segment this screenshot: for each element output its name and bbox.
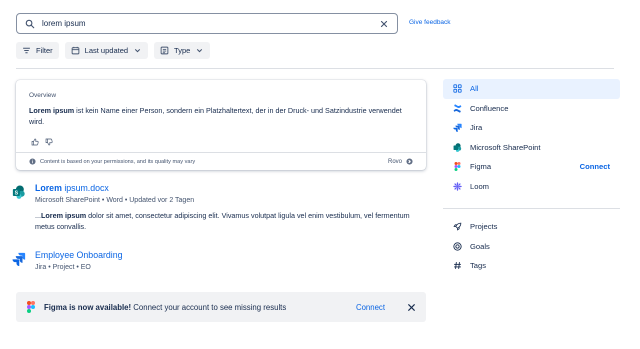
jira-icon bbox=[12, 252, 26, 266]
search-box[interactable] bbox=[16, 13, 398, 34]
rovo-icon bbox=[406, 158, 413, 165]
overview-feedback bbox=[31, 138, 53, 146]
filter-label: Filter bbox=[36, 46, 53, 55]
filter-bar: Filter Last updated Type bbox=[16, 42, 211, 59]
result-meta: Microsoft SharePoint • Word • Updated vo… bbox=[35, 197, 195, 204]
sidebar-divider bbox=[443, 208, 620, 209]
sidebar-item-loom[interactable]: Loom bbox=[443, 177, 620, 197]
sidebar-item-projects[interactable]: Projects bbox=[443, 217, 620, 237]
clear-search-icon[interactable] bbox=[379, 19, 389, 29]
last-updated-label: Last updated bbox=[84, 46, 129, 55]
search-result[interactable]: S Lorem ipsum.docx Microsoft SharePoint … bbox=[12, 183, 415, 232]
overview-text: Lorem ipsum ist kein Name einer Person, … bbox=[29, 105, 414, 127]
sidebar-item-label: Microsoft SharePoint bbox=[470, 142, 541, 152]
grid-icon bbox=[453, 84, 462, 93]
figma-banner: Figma is now available! Connect your acc… bbox=[16, 292, 426, 322]
sidebar-item-goals[interactable]: Goals bbox=[443, 237, 620, 257]
close-icon[interactable] bbox=[407, 303, 416, 312]
filter-icon bbox=[23, 47, 30, 54]
banner-text: Figma is now available! Connect your acc… bbox=[44, 303, 356, 312]
svg-text:S: S bbox=[15, 191, 19, 197]
result-title[interactable]: Lorem ipsum.docx bbox=[35, 183, 415, 193]
loom-icon bbox=[453, 181, 462, 191]
rovo-label: Rovo bbox=[387, 158, 402, 165]
figma-icon bbox=[454, 162, 461, 172]
sharepoint-icon bbox=[453, 143, 462, 152]
sidebar-item-label: Figma bbox=[470, 162, 492, 172]
overview-bold: Lorem ipsum bbox=[29, 106, 75, 115]
overview-card: Overview Lorem ipsum ist kein Name einer… bbox=[16, 80, 426, 170]
sidebar-item-label: Jira bbox=[470, 123, 483, 133]
search-result[interactable]: Employee Onboarding Jira • Project • EO bbox=[12, 250, 123, 271]
confluence-icon bbox=[453, 104, 462, 113]
disclaimer-text: Content is based on your permissions, an… bbox=[40, 158, 196, 165]
snippet-bold: Lorem ipsum bbox=[41, 211, 87, 220]
overview-footer: Content is based on your permissions, an… bbox=[16, 152, 426, 170]
thumbs-down-icon[interactable] bbox=[45, 138, 53, 146]
result-title-bold: Lorem bbox=[35, 183, 62, 193]
sidebar-item-figma[interactable]: Figma Connect bbox=[443, 157, 620, 177]
sidebar-item-label: Projects bbox=[470, 222, 498, 232]
jira-icon bbox=[453, 124, 462, 133]
banner-bold: Figma is now available! bbox=[44, 302, 132, 312]
sidebar-item-jira[interactable]: Jira bbox=[443, 118, 620, 138]
hash-icon bbox=[454, 262, 461, 270]
filter-button[interactable]: Filter bbox=[16, 42, 59, 59]
type-label: Type bbox=[174, 46, 191, 55]
give-feedback-link[interactable]: Give feedback bbox=[409, 19, 451, 26]
product-sidebar: All Confluence Jira Microsoft SharePoint… bbox=[443, 79, 620, 276]
header-divider bbox=[16, 68, 614, 69]
sidebar-item-label: Confluence bbox=[470, 103, 509, 113]
sidebar-item-sharepoint[interactable]: Microsoft SharePoint bbox=[443, 138, 620, 158]
target-icon bbox=[453, 242, 462, 251]
sidebar-item-label: Goals bbox=[470, 241, 490, 251]
sidebar-item-tags[interactable]: Tags bbox=[443, 256, 620, 276]
sidebar-item-all[interactable]: All bbox=[443, 79, 620, 99]
result-title[interactable]: Employee Onboarding bbox=[35, 250, 123, 260]
sharepoint-icon: S bbox=[12, 185, 25, 199]
sidebar-item-label: All bbox=[470, 84, 479, 94]
result-title-rest: ipsum.docx bbox=[61, 183, 109, 193]
figma-connect-button[interactable]: Connect bbox=[580, 162, 610, 171]
search-icon bbox=[25, 19, 35, 28]
search-input[interactable] bbox=[42, 19, 379, 28]
last-updated-dropdown[interactable]: Last updated bbox=[64, 42, 149, 59]
result-meta: Jira • Project • EO bbox=[35, 264, 91, 271]
overview-disclaimer: Content is based on your permissions, an… bbox=[29, 158, 195, 165]
overview-label: Overview bbox=[29, 92, 57, 99]
sidebar-item-label: Loom bbox=[470, 181, 489, 191]
info-icon bbox=[29, 158, 36, 165]
type-dropdown[interactable]: Type bbox=[154, 42, 211, 59]
calendar-icon bbox=[71, 46, 79, 55]
chevron-down-icon bbox=[197, 49, 203, 53]
sidebar-item-label: Tags bbox=[470, 261, 487, 271]
thumbs-up-icon[interactable] bbox=[31, 138, 39, 146]
type-icon bbox=[160, 46, 169, 55]
result-snippet: ...Lorem ipsum dolor sit amet, consectet… bbox=[35, 210, 415, 232]
banner-body: Connect your account to see missing resu… bbox=[131, 302, 287, 312]
rocket-icon bbox=[453, 222, 462, 231]
rovo-brand: Rovo bbox=[388, 158, 413, 165]
figma-icon bbox=[27, 301, 35, 313]
banner-connect-button[interactable]: Connect bbox=[356, 303, 385, 312]
chevron-down-icon bbox=[134, 49, 141, 53]
snippet-rest: dolor sit amet, consectetur adipiscing e… bbox=[35, 211, 410, 231]
overview-body: ist kein Name einer Person, sondern ein … bbox=[29, 106, 402, 126]
sidebar-item-confluence[interactable]: Confluence bbox=[443, 99, 620, 119]
